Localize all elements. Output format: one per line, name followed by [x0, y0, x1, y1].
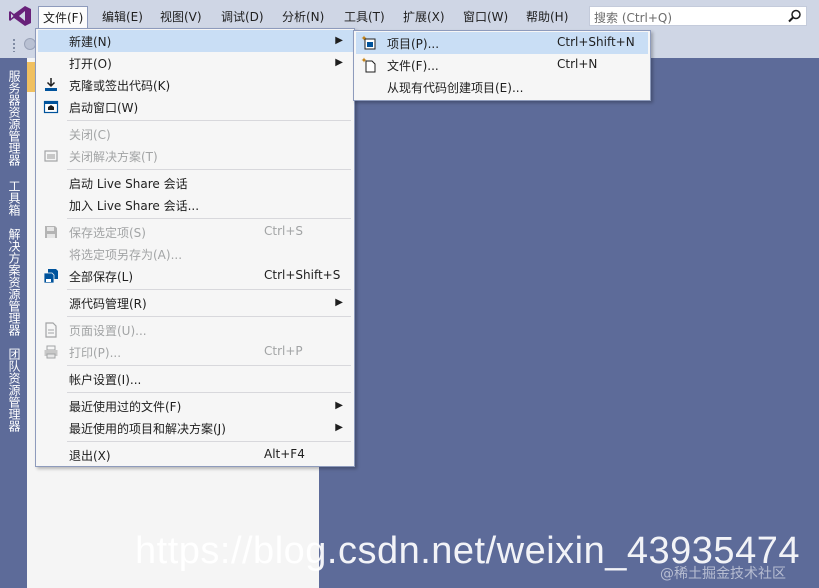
- menu-item-shortcut: Ctrl+P: [264, 344, 303, 358]
- watermark-community: @稀土掘金技术社区: [660, 566, 786, 582]
- menu-item-label: 全部保存(L): [69, 270, 134, 284]
- menu-separator: [67, 365, 351, 366]
- menu-item-label: 关闭解决方案(T): [69, 150, 158, 164]
- submenu-item-shortcut: Ctrl+N: [557, 57, 598, 71]
- menu-item-label: 打印(P)...: [69, 346, 122, 360]
- menu-item-label: 页面设置(U)...: [69, 324, 147, 338]
- menu-debug[interactable]: 调试(D): [217, 7, 268, 27]
- visual-studio-logo-icon[interactable]: [8, 5, 32, 27]
- submenu-arrow-icon: ▶: [335, 422, 343, 433]
- menu-item-open[interactable]: 打开(O) ▶: [38, 52, 353, 74]
- menu-item-save-selected[interactable]: 保存选定项(S) Ctrl+S: [38, 221, 353, 243]
- menu-item-clone[interactable]: 克隆或签出代码(K): [38, 74, 353, 96]
- menu-item-close[interactable]: 关闭(C): [38, 123, 353, 145]
- submenu-arrow-icon: ▶: [335, 297, 343, 308]
- menu-item-shortcut: Ctrl+S: [264, 224, 304, 238]
- menu-separator: [67, 218, 351, 219]
- menu-item-account-settings[interactable]: 帐户设置(I)...: [38, 368, 353, 390]
- submenu-arrow-icon: ▶: [335, 57, 343, 68]
- menu-separator: [67, 120, 351, 121]
- submenu-item-from-existing-code[interactable]: 从现有代码创建项目(E)...: [356, 76, 648, 98]
- tab-team-explorer[interactable]: 团队资源管理器: [5, 348, 23, 432]
- panel-accent-strip: [27, 62, 35, 92]
- close-solution-icon: [44, 150, 58, 162]
- editor-area: [319, 58, 819, 588]
- submenu-item-label: 从现有代码创建项目(E)...: [387, 81, 524, 95]
- menu-item-recent-projects[interactable]: 最近使用的项目和解决方案(J) ▶: [38, 417, 353, 439]
- menu-item-label: 关闭(C): [69, 128, 111, 142]
- menu-item-label: 将选定项另存为(A)...: [69, 248, 183, 262]
- menu-item-shortcut: Ctrl+Shift+S: [264, 268, 341, 282]
- menu-item-label: 保存选定项(S): [69, 226, 146, 240]
- tab-solution-explorer[interactable]: 解决方案资源管理器: [5, 228, 23, 336]
- menu-item-label: 最近使用的项目和解决方案(J): [69, 422, 226, 436]
- new-file-icon: [361, 57, 376, 73]
- tab-toolbox[interactable]: 工具箱: [5, 180, 23, 216]
- submenu-item-label: 项目(P)...: [387, 37, 440, 51]
- menu-item-label: 退出(X): [69, 449, 111, 463]
- print-icon: [44, 345, 58, 359]
- submenu-arrow-icon: ▶: [335, 35, 343, 46]
- menu-item-label: 最近使用过的文件(F): [69, 400, 182, 414]
- submenu-item-project[interactable]: 项目(P)... Ctrl+Shift+N: [356, 32, 648, 54]
- menu-item-start-window[interactable]: 启动窗口(W): [38, 96, 353, 118]
- menu-item-print[interactable]: 打印(P)... Ctrl+P: [38, 341, 353, 363]
- new-submenu: 项目(P)... Ctrl+Shift+N 文件(F)... Ctrl+N 从现…: [353, 30, 651, 101]
- submenu-item-file[interactable]: 文件(F)... Ctrl+N: [356, 54, 648, 76]
- search-icon[interactable]: [788, 9, 802, 23]
- menu-item-shortcut: Alt+F4: [264, 447, 305, 461]
- menu-item-exit[interactable]: 退出(X) Alt+F4: [38, 444, 353, 466]
- toolbar-grip[interactable]: [12, 38, 16, 52]
- menu-item-label: 打开(O): [69, 57, 112, 71]
- menu-item-close-solution[interactable]: 关闭解决方案(T): [38, 145, 353, 167]
- menu-tools[interactable]: 工具(T): [340, 7, 389, 27]
- menu-item-label: 启动 Live Share 会话: [69, 177, 188, 191]
- menu-item-save-as[interactable]: 将选定项另存为(A)...: [38, 243, 353, 265]
- menu-separator: [67, 441, 351, 442]
- menu-item-save-all[interactable]: 全部保存(L) Ctrl+Shift+S: [38, 265, 353, 287]
- tool-window-sidebar: 服务器资源管理器 工具箱 解决方案资源管理器 团队资源管理器: [0, 58, 27, 588]
- menu-item-join-live-share[interactable]: 加入 Live Share 会话...: [38, 194, 353, 216]
- start-window-icon: [43, 100, 59, 114]
- menu-item-label: 源代码管理(R): [69, 297, 147, 311]
- menu-analyze[interactable]: 分析(N): [278, 7, 328, 27]
- menu-separator: [67, 169, 351, 170]
- menu-separator: [67, 316, 351, 317]
- menu-item-new[interactable]: 新建(N) ▶: [38, 30, 353, 52]
- new-project-icon: [361, 35, 376, 50]
- search-placeholder: 搜索 (Ctrl+Q): [594, 11, 673, 25]
- menu-item-label: 加入 Live Share 会话...: [69, 199, 200, 213]
- search-box[interactable]: 搜索 (Ctrl+Q): [589, 6, 807, 26]
- menu-file[interactable]: 文件(F): [38, 6, 89, 29]
- menu-item-page-setup[interactable]: 页面设置(U)...: [38, 319, 353, 341]
- file-menu-dropdown: 新建(N) ▶ 打开(O) ▶ 克隆或签出代码(K) 启动窗口(W) 关闭(C)…: [35, 28, 355, 467]
- page-setup-icon: [45, 322, 57, 338]
- menu-item-label: 帐户设置(I)...: [69, 373, 142, 387]
- tab-server-explorer[interactable]: 服务器资源管理器: [5, 70, 23, 166]
- menu-edit[interactable]: 编辑(E): [98, 7, 147, 27]
- menu-view[interactable]: 视图(V): [156, 7, 206, 27]
- menu-item-source-control[interactable]: 源代码管理(R) ▶: [38, 292, 353, 314]
- menu-separator: [67, 289, 351, 290]
- menu-item-start-live-share[interactable]: 启动 Live Share 会话: [38, 172, 353, 194]
- submenu-arrow-icon: ▶: [335, 400, 343, 411]
- submenu-item-label: 文件(F)...: [387, 59, 439, 73]
- menu-separator: [67, 392, 351, 393]
- clone-download-icon: [45, 78, 57, 91]
- menu-window[interactable]: 窗口(W): [459, 7, 512, 27]
- menu-extensions[interactable]: 扩展(X): [399, 7, 449, 27]
- menu-help[interactable]: 帮助(H): [522, 7, 572, 27]
- menu-item-label: 启动窗口(W): [69, 101, 139, 115]
- menu-item-label: 新建(N): [69, 35, 112, 49]
- submenu-item-shortcut: Ctrl+Shift+N: [557, 35, 635, 49]
- save-all-icon: [43, 269, 58, 284]
- menu-item-label: 克隆或签出代码(K): [69, 79, 171, 93]
- menu-item-recent-files[interactable]: 最近使用过的文件(F) ▶: [38, 395, 353, 417]
- save-icon: [45, 226, 57, 238]
